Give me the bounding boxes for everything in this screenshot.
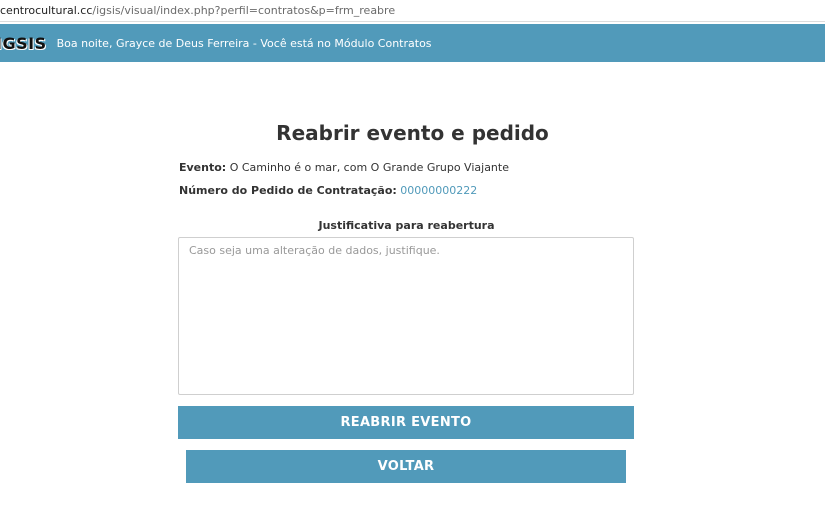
pedido-number-link[interactable]: 00000000222 (400, 184, 477, 197)
greeting-text: Boa noite, Grayce de Deus Ferreira - Voc… (56, 36, 432, 50)
justificativa-textarea[interactable] (178, 237, 634, 395)
pedido-label: Número do Pedido de Contratação: (179, 184, 397, 197)
justificativa-label: Justificativa para reabertura (318, 219, 495, 232)
evento-value: O Caminho é o mar, com O Grande Grupo Vi… (229, 161, 509, 174)
evento-line: Evento: O Caminho é o mar, com O Grande … (179, 161, 509, 174)
voltar-button[interactable]: VOLTAR (186, 450, 626, 483)
url-path: /igsis/visual/index.php?perfil=contratos… (92, 4, 396, 17)
url-domain: centrocultural.cc (0, 4, 93, 17)
pedido-line: Número do Pedido de Contratação: 0000000… (179, 184, 477, 197)
evento-label: Evento: (179, 161, 227, 174)
browser-url-bar[interactable]: centrocultural.cc/igsis/visual/index.php… (0, 0, 825, 22)
igsis-logo[interactable]: IGSIS (0, 34, 47, 53)
top-navbar: IGSIS Boa noite, Grayce de Deus Ferreira… (0, 24, 825, 62)
reabrir-evento-button[interactable]: REABRIR EVENTO (178, 406, 634, 439)
page-title: Reabrir evento e pedido (276, 121, 549, 145)
